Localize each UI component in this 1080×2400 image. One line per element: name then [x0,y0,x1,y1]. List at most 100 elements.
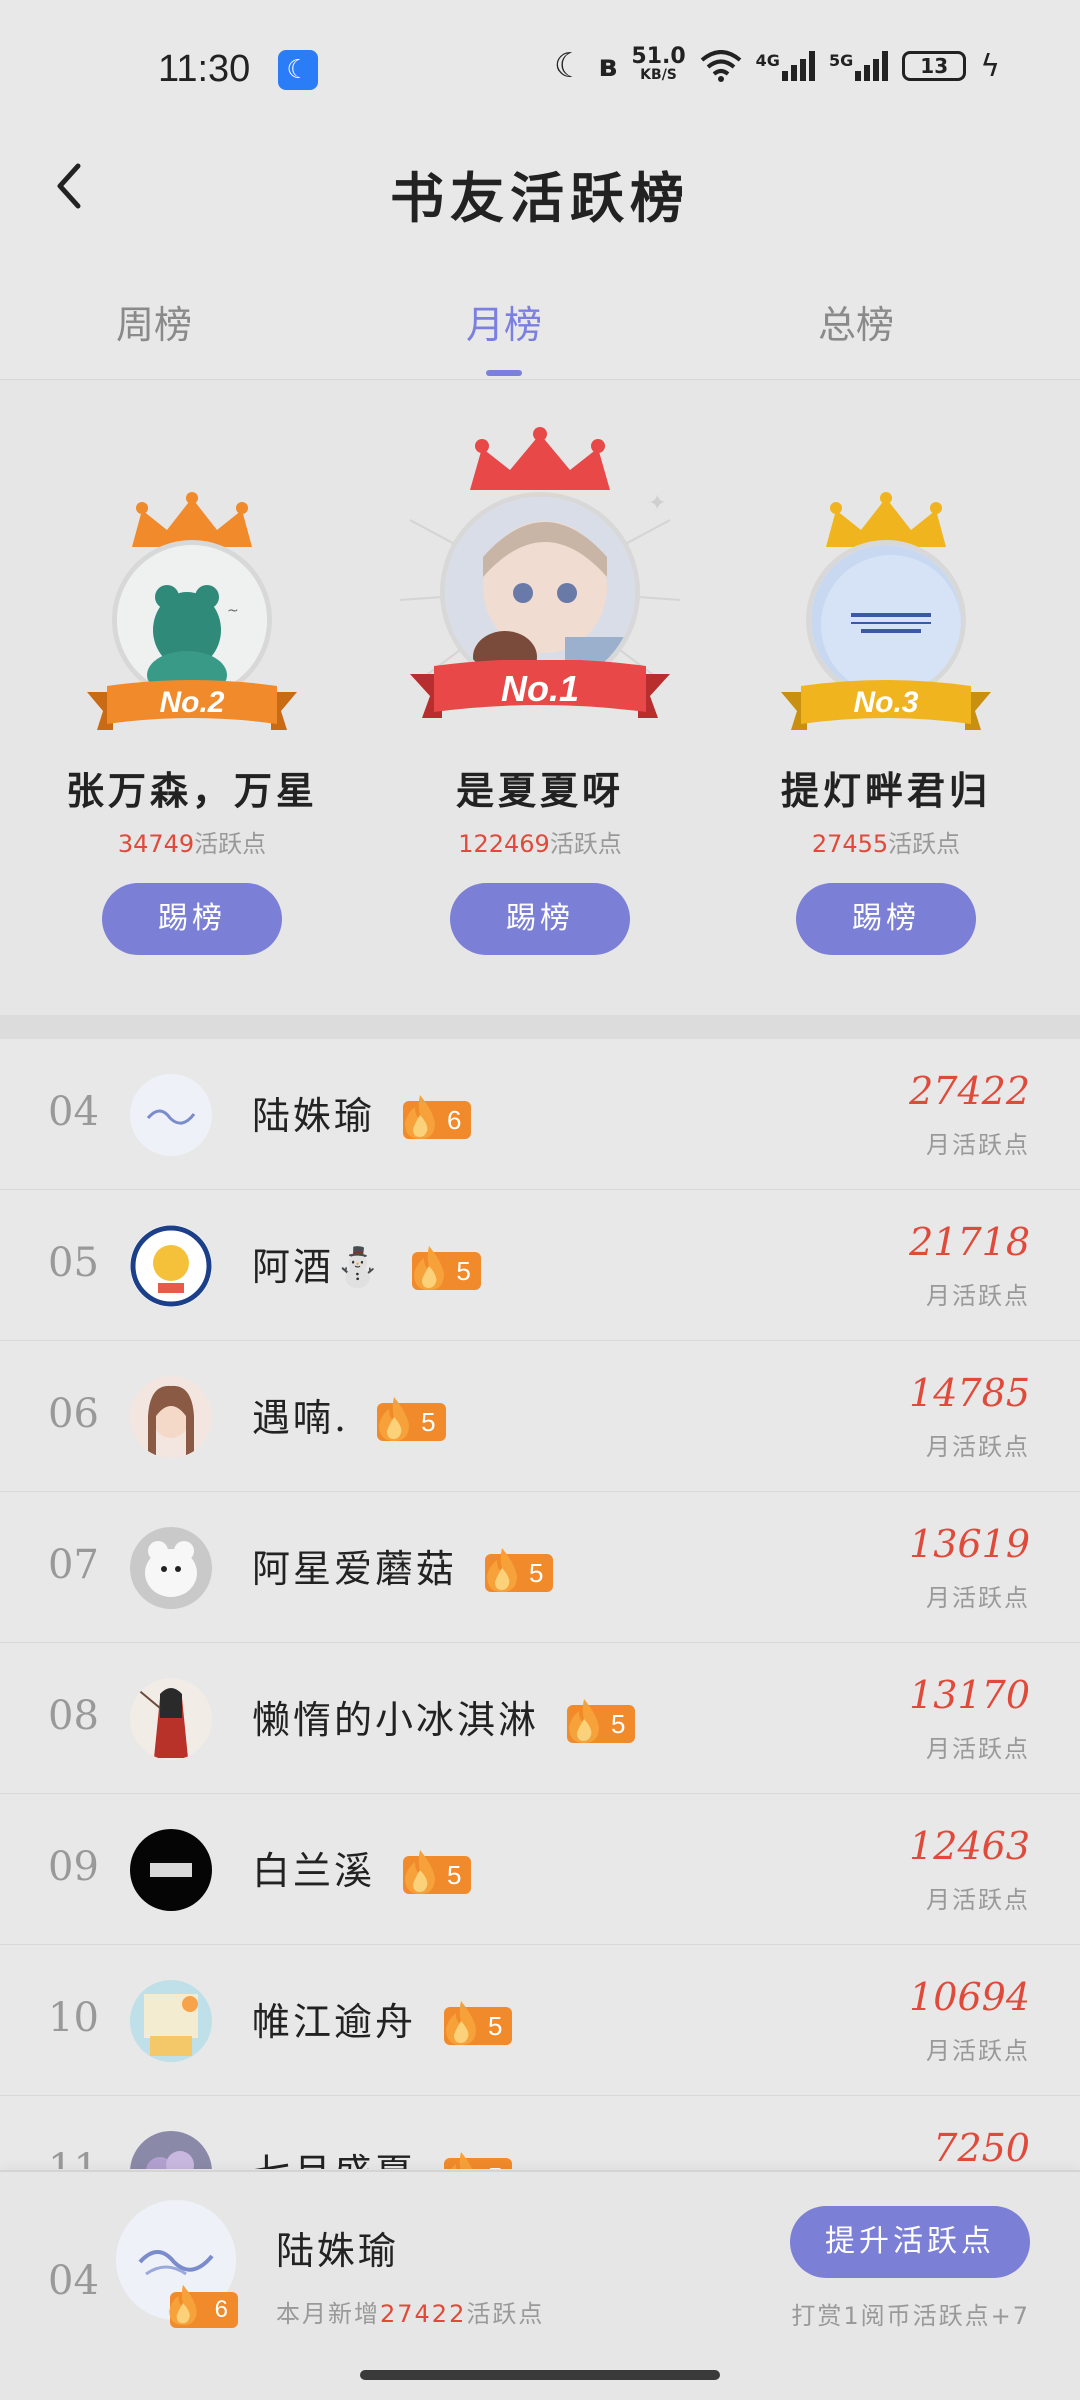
podium-second: ~ No.2 张万森，万星 34749活跃点 踢榜 [22,380,362,1015]
score-value: 13619 [909,1522,1030,1566]
battery-icon: 13 [902,51,967,81]
user-name: 遇喃. [252,1396,350,1440]
rank-badge-label: No.3 [853,686,919,719]
podium-points: 27455活跃点 [716,824,1056,859]
rank-number: 05 [48,1240,99,1286]
list-item[interactable]: 10 帷江逾舟 5 10694 月活跃点 [0,1945,1080,2096]
score-label: 月活跃点 [926,2037,1030,2065]
score-value: 27422 [909,1069,1030,1113]
my-level-badge: 6 [169,2284,238,2328]
level-value: 6 [214,2296,228,2323]
net-speed-value: 51.0 [631,44,686,69]
list-item[interactable]: 08 懒惰的小冰淇淋 5 13170 月活跃点 [0,1643,1080,1794]
list-item[interactable]: 04 陆姝瑜 6 27422 月活跃点 [0,1039,1080,1190]
net2-label: 5G [828,51,854,70]
score-value: 13170 [909,1673,1030,1717]
signal-4g: 4G [756,51,815,81]
kick-button[interactable]: 踢榜 [102,883,282,955]
status-icons: ☾ ʙ 51.0 KB/S 4G 5G 13 ϟ [554,44,1000,87]
bluetooth-icon: ʙ [598,48,618,84]
flame-icon [405,1849,436,1894]
list-item[interactable]: 06 遇喃. 5 14785 月活跃点 [0,1341,1080,1492]
svg-text:✦: ✦ [648,491,666,516]
score-value: 14785 [909,1371,1030,1415]
summary-prefix: 本月新增 [276,2300,380,2328]
avatar[interactable] [130,1829,212,1911]
my-monthly-summary: 本月新增27422活跃点 [276,2294,544,2329]
avatar[interactable] [130,1225,212,1307]
score-value: 21718 [909,1220,1030,1264]
user-name-wrap: 陆姝瑜 6 [252,1085,472,1140]
points-value: 34749 [117,830,195,858]
level-value: 5 [611,1708,626,1739]
status-time: 11:30 [158,48,251,90]
list-item[interactable]: 09 白兰溪 5 12463 月活跃点 [0,1794,1080,1945]
rank-badge-label: No.1 [500,668,579,709]
list-item[interactable]: 05 阿酒⛄ 5 21718 月活跃点 [0,1190,1080,1341]
tab-active-indicator [486,370,522,376]
level-value: 5 [456,1255,471,1286]
score-label: 月活跃点 [926,1433,1030,1461]
avatar[interactable] [130,1074,212,1156]
flame-icon [414,1245,445,1290]
home-indicator[interactable] [360,2370,720,2380]
header: 书友活跃榜 [0,140,1080,240]
summary-suffix: 活跃点 [466,2300,545,2328]
user-name-wrap: 七月盛夏 5 [252,2142,513,2169]
score-label: 月活跃点 [926,1282,1030,1310]
podium-points: 122469活跃点 [370,824,710,859]
kick-button[interactable]: 踢榜 [796,883,976,955]
user-name: 陆姝瑜 [252,1094,376,1138]
level-badge: 5 [403,1849,472,1894]
do-not-disturb-icon: ☾ [278,50,318,90]
user-name: 七月盛夏 [252,2151,416,2169]
tab-weekly[interactable]: 周榜 [116,294,192,349]
level-badge: 6 [403,1094,472,1139]
flame-icon [169,2284,197,2326]
user-name-wrap: 帷江逾舟 5 [252,1991,513,2046]
list-item[interactable]: 11 七月盛夏5 7250 月活跃点 [0,2096,1080,2169]
podium-name: 提灯畔君归 [780,768,991,813]
summary-value: 27422 [380,2300,467,2328]
avatar[interactable]: ~ [112,540,272,700]
rank-number: 07 [48,1542,99,1588]
tab-monthly[interactable]: 月榜 [466,294,542,349]
rank-number: 09 [48,1844,99,1890]
rank-number: 11 [48,2146,99,2169]
podium: ~ No.2 张万森，万星 34749活跃点 踢榜 ✦ No.1 是夏夏呀 12… [0,380,1080,1015]
boost-activity-button[interactable]: 提升活跃点 [790,2206,1030,2278]
rank-number: 08 [48,1693,99,1739]
avatar[interactable] [130,2131,212,2169]
tab-bar: 周榜 月榜 总榜 [0,280,1080,380]
status-bar: 11:30 ☾ ☾ ʙ 51.0 KB/S 4G 5G 13 ϟ [0,0,1080,140]
avatar[interactable] [130,1980,212,2062]
list-item[interactable]: 07 阿星爱蘑菇 5 13619 月活跃点 [0,1492,1080,1643]
podium-name: 是夏夏呀 [455,768,624,813]
level-value: 5 [488,2010,503,2041]
rank-list[interactable]: 04 陆姝瑜 6 27422 月活跃点 05 阿酒⛄ 5 21718 月活跃点 06… [0,1039,1080,2169]
points-value: 27455 [811,830,889,858]
score-label: 月活跃点 [926,1886,1030,1914]
podium-points: 34749活跃点 [22,824,362,859]
score-value: 12463 [909,1824,1030,1868]
level-value: 6 [447,1104,462,1135]
user-name-wrap: 阿星爱蘑菇 5 [252,1538,554,1593]
rank-number: 06 [48,1391,99,1437]
points-suffix: 活跃点 [194,830,267,858]
flame-icon [450,2151,473,2169]
level-value: 5 [421,1406,436,1437]
avatar[interactable] [130,1678,212,1760]
tab-total[interactable]: 总榜 [818,294,894,349]
level-value: 5 [447,1859,462,1890]
user-name-wrap: 遇喃. 5 [252,1387,446,1442]
user-name-wrap: 白兰溪 5 [252,1840,472,1895]
avatar[interactable] [130,1376,212,1458]
kick-button[interactable]: 踢榜 [450,883,630,955]
avatar[interactable] [130,1527,212,1609]
net-speed: 51.0 KB/S [631,44,686,84]
podium-name: 张万森，万星 [65,768,318,813]
level-badge: 5 [567,1698,636,1743]
score-label: 月活跃点 [926,1735,1030,1763]
points-value: 122469 [458,830,550,858]
avatar[interactable] [806,540,966,700]
